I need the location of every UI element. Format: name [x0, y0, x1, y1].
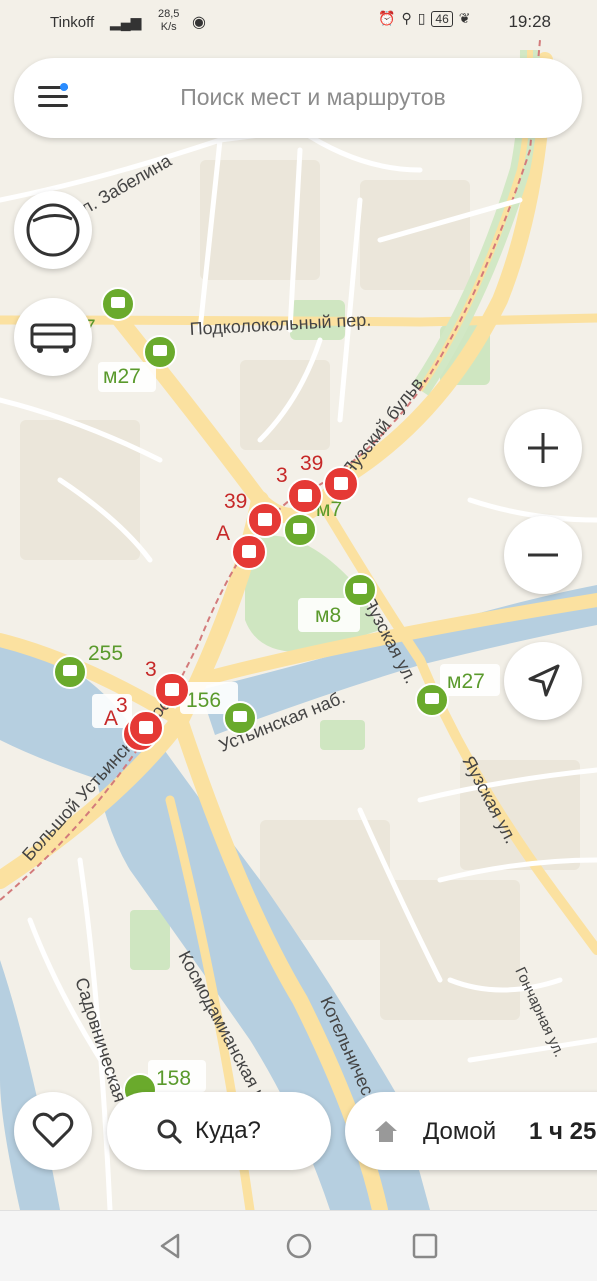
- carrier-label: Tinkoff: [50, 14, 95, 31]
- signal-icon: ▂▄▆: [110, 14, 142, 30]
- stop-label: м8: [315, 604, 341, 627]
- plus-icon: [528, 433, 558, 463]
- stop-label: м27: [103, 365, 141, 388]
- zoom-out-button[interactable]: [504, 516, 582, 594]
- speed-value: 28,5: [158, 8, 180, 20]
- zoom-in-button[interactable]: [504, 409, 582, 487]
- stop-label: 156: [186, 689, 221, 712]
- data-saver-icon: ◉: [192, 14, 206, 31]
- home-label: Домой: [423, 1118, 497, 1145]
- home-route-button[interactable]: Домой 1 ч 25: [345, 1092, 597, 1170]
- home-icon: [375, 1121, 397, 1142]
- home-nav-icon[interactable]: [284, 1231, 314, 1261]
- recents-icon[interactable]: [410, 1231, 440, 1261]
- stop-label: м27: [447, 670, 485, 693]
- my-location-button[interactable]: [504, 642, 582, 720]
- map-canvas[interactable]: л. Забелина Подколокольный пер. Яузский …: [0, 0, 597, 1210]
- system-nav-bar: [0, 1210, 597, 1281]
- stop-label: 158: [156, 1067, 191, 1090]
- status-bar: Tinkoff ▂▄▆ 28,5 K/s ◉ ⏰ ⚲ ▯ 46 ❦ 19:28: [0, 0, 597, 46]
- stop-label: А: [104, 707, 118, 730]
- search-icon: [157, 1119, 183, 1145]
- stop-label: 39: [224, 490, 247, 513]
- where-to-button[interactable]: Куда?: [107, 1092, 331, 1170]
- transport-button[interactable]: [14, 298, 92, 376]
- search-bar[interactable]: Поиск мест и маршрутов: [14, 58, 582, 138]
- navigation-arrow-icon: [528, 664, 560, 697]
- status-icons: ⏰ ⚲ ▯ 46 ❦: [378, 10, 471, 27]
- heart-icon: [32, 1112, 74, 1148]
- vibrate-icon: ▯: [417, 10, 426, 26]
- clock: 19:28: [508, 12, 551, 31]
- bus-icon: [30, 323, 76, 353]
- location-icon: ⚲: [401, 10, 412, 26]
- favorites-button[interactable]: [14, 1092, 92, 1170]
- stop-label: 39: [300, 452, 323, 475]
- search-input[interactable]: Поиск мест и маршрутов: [14, 84, 582, 111]
- alarm-icon: ⏰: [378, 10, 396, 26]
- where-to-label: Куда?: [195, 1117, 261, 1144]
- stop-label: 255: [88, 642, 123, 665]
- network-speed: 28,5 K/s: [158, 8, 179, 34]
- minus-icon: [528, 553, 558, 557]
- layers-icon: [26, 203, 80, 257]
- stop-label: 3: [145, 658, 157, 681]
- back-icon[interactable]: [156, 1231, 186, 1261]
- stop-label: А: [216, 522, 230, 545]
- stop-label: 3: [276, 464, 288, 487]
- layers-button[interactable]: [14, 191, 92, 269]
- battery-icon: 46: [431, 10, 453, 27]
- leaf-icon: ❦: [458, 10, 471, 26]
- home-travel-time: 1 ч 25: [529, 1118, 597, 1145]
- speed-unit: K/s: [160, 21, 177, 33]
